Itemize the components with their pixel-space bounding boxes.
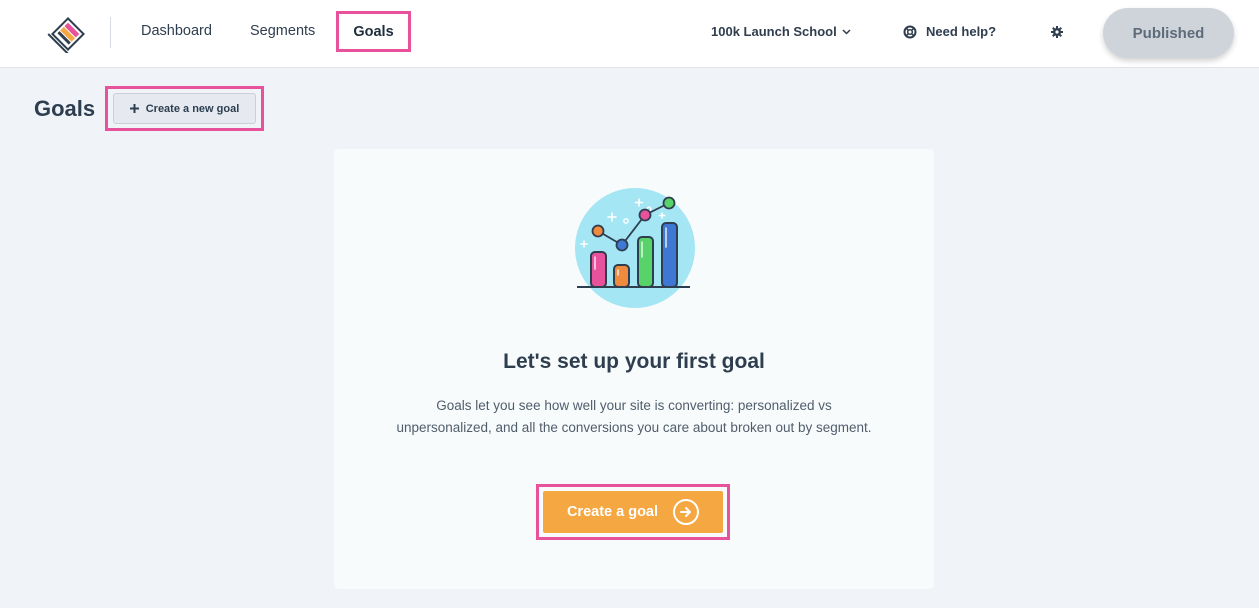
workspace-selector[interactable]: 100k Launch School xyxy=(711,24,851,39)
description-line-1: Goals let you see how well your site is … xyxy=(436,398,832,413)
logo-icon[interactable] xyxy=(47,15,89,53)
lifebuoy-icon xyxy=(903,25,917,38)
empty-state-card: Let's set up your first goal Goals let y… xyxy=(334,149,934,589)
help-link[interactable]: Need help? xyxy=(903,24,996,39)
bar-chart-illustration xyxy=(575,188,695,308)
arrow-right-icon xyxy=(673,499,700,525)
nav-divider xyxy=(110,17,111,48)
description-line-2: unpersonalized, and all the conversions … xyxy=(396,420,872,435)
gear-icon[interactable] xyxy=(1050,25,1064,39)
empty-state-heading: Let's set up your first goal xyxy=(503,350,765,373)
empty-state-description: Goals let you see how well your site is … xyxy=(364,395,904,439)
create-goal-label: Create a goal xyxy=(566,504,659,520)
workspace-label: 100k Launch School xyxy=(711,24,837,39)
create-new-goal-button[interactable]: Create a new goal xyxy=(113,93,256,124)
nav-goals-highlight[interactable]: Goals xyxy=(336,11,411,52)
published-button[interactable]: Published xyxy=(1103,8,1234,58)
plus-icon xyxy=(129,104,139,113)
chevron-down-icon xyxy=(842,28,851,35)
help-label: Need help? xyxy=(926,24,997,39)
create-new-goal-label: Create a new goal xyxy=(145,102,240,115)
page-title: Goals xyxy=(34,96,96,121)
nav-segments[interactable]: Segments xyxy=(250,23,315,39)
create-goal-button[interactable]: Create a goal xyxy=(543,491,723,533)
create-new-goal-highlight: Create a new goal xyxy=(105,86,264,131)
nav-goals[interactable]: Goals xyxy=(353,24,393,40)
create-goal-highlight: Create a goal xyxy=(536,484,730,540)
nav-dashboard[interactable]: Dashboard xyxy=(141,23,212,39)
top-navigation: Dashboard Segments Goals 100k Launch Sch… xyxy=(0,0,1259,68)
